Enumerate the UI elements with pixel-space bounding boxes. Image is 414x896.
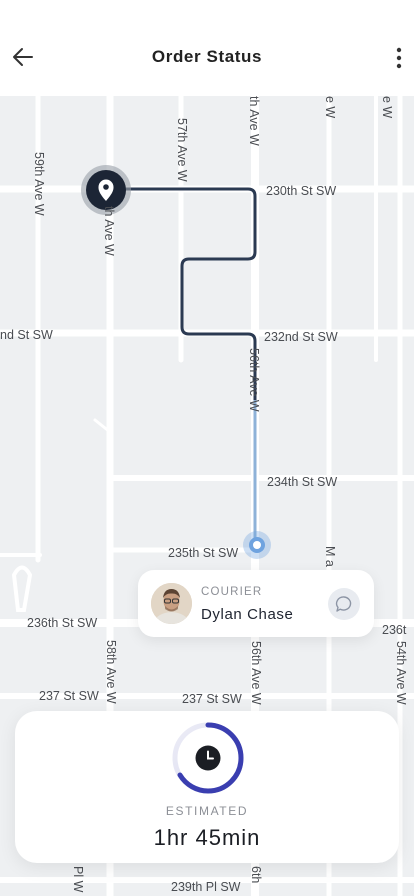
courier-name: Dylan Chase [201,606,294,623]
chat-bubble-icon [335,596,352,612]
street-label: 237 St SW [39,689,99,703]
page-title: Order Status [151,47,263,66]
eta-card: ESTIMATED 1hr 45min [15,711,399,863]
street-label: nd St SW [0,328,53,342]
street-label: 56th Ave W [249,641,263,705]
eta-value: 1hr 45min [153,825,261,850]
street-label: 232nd St SW [264,330,338,344]
street-label: 239th Pl SW [171,880,241,894]
street-label: e W [323,96,337,119]
eta-progress-ring [172,722,244,794]
street-label: 56th Ave W [247,348,261,412]
street-label: 57th Ave W [175,118,189,182]
street-label: 59th Ave W [32,152,46,216]
street-label: 58th Ave W [104,640,118,704]
courier-role-label: COURIER [201,586,263,598]
more-options-button[interactable] [388,42,410,74]
clock-icon [195,745,221,771]
avatar [151,583,192,624]
street-label: 6th [249,866,263,884]
eta-label: ESTIMATED [165,804,249,818]
street-label: 236t [382,623,407,637]
street-label: M a [323,546,337,567]
app-header: Order Status [0,0,414,96]
street-label: 235th St SW [168,546,239,560]
chat-button[interactable] [328,588,360,620]
street-label: 54th Ave W [394,641,408,705]
street-label: 236th St SW [27,616,98,630]
more-vertical-icon [396,47,402,69]
courier-card[interactable]: COURIER Dylan Chase [138,570,374,637]
street-label: th Ave W [247,96,261,146]
street-label: 234th St SW [267,475,338,489]
street-label: 237 St SW [182,692,242,706]
street-label: e W [380,96,394,119]
courier-location-dot [243,531,271,559]
street-label: Pl W [71,866,85,893]
street-label: 230th St SW [266,184,337,198]
street-label: th Ave W [102,206,116,256]
